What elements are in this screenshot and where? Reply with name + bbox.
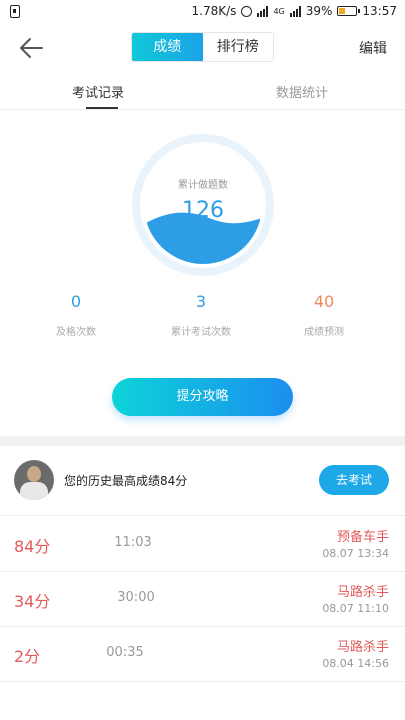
record-score: 34分 [14,592,51,611]
record-rank: 马路杀手 [336,640,389,655]
gauge-label: 累计做题数 [178,180,228,191]
record-date: 08.04 14:56 [322,657,389,670]
section-divider [0,436,405,446]
table-row[interactable]: 84分 11:03 预备车手 08.07 13:34 [0,517,405,572]
stat-pass-count: 0 及格次数 [16,292,136,338]
table-row[interactable]: 34分 30:00 马路杀手 08.07 11:10 [0,572,405,627]
stat-exam-count: 3 累计考试次数 [141,292,261,338]
status-bar: 1.78K/s 4G 39% 13:57 [0,0,405,24]
tab-data-stats[interactable]: 数据统计 [276,82,328,101]
tab-bar: 考试记录 数据统计 [0,76,405,110]
progress-gauge: 累计做题数 126 [132,134,274,276]
clock: 13:57 [362,4,397,18]
alarm-icon [241,5,253,17]
avatar [14,460,54,500]
segment-score[interactable]: 成绩 [132,33,203,61]
segment-control: 成绩 排行榜 [131,32,274,62]
network-type: 4G [273,6,285,16]
sim-icon [10,5,20,18]
improve-score-button[interactable]: 提分攻略 [112,378,293,416]
signal-icon-2 [289,5,301,17]
record-score: 84分 [14,537,51,556]
stat-label: 及格次数 [56,327,96,338]
stat-value: 3 [195,292,207,311]
profile-row: 您的历史最高成绩84分 去考试 [0,446,405,516]
segment-leaderboard[interactable]: 排行榜 [202,33,273,61]
record-score: 2分 [14,647,41,666]
battery-icon [337,6,361,16]
best-score-text: 您的历史最高成绩84分 [64,474,188,488]
record-rank: 马路杀手 [336,585,389,600]
stat-value: 0 [70,292,82,311]
nav-bar: 成绩 排行榜 编辑 [0,30,405,66]
gauge-value: 126 [182,198,224,223]
tab-indicator [86,107,118,109]
stat-score-prediction: 40 成绩预测 [264,292,384,338]
battery-percent: 39% [305,4,333,18]
stat-value: 40 [313,292,335,311]
stat-label: 成绩预测 [304,327,344,338]
record-date: 08.07 11:10 [322,602,389,615]
record-duration: 00:35 [106,645,144,660]
stat-label: 累计考试次数 [171,327,231,338]
record-duration: 11:03 [114,535,152,550]
signal-icon [257,5,269,17]
back-arrow-icon[interactable] [18,36,44,60]
record-duration: 30:00 [117,590,155,605]
take-exam-button[interactable]: 去考试 [319,465,389,495]
record-rank: 预备车手 [336,530,389,545]
network-speed: 1.78K/s [191,4,237,18]
edit-button[interactable]: 编辑 [359,38,387,58]
table-row[interactable]: 2分 00:35 马路杀手 08.04 14:56 [0,627,405,682]
record-date: 08.07 13:34 [322,547,389,560]
tab-exam-records[interactable]: 考试记录 [72,82,124,101]
